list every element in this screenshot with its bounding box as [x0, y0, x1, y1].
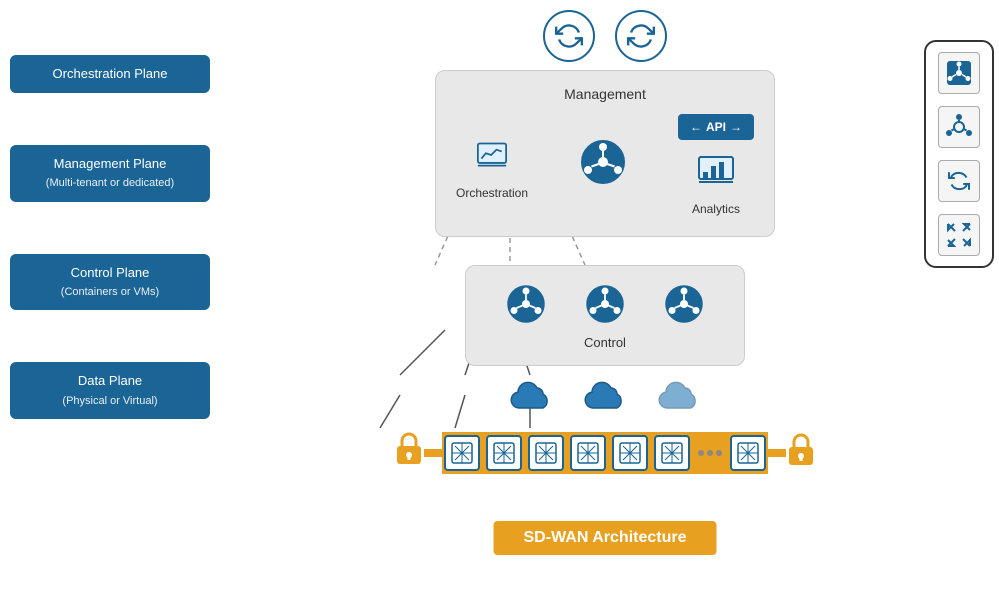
right-panel — [924, 40, 994, 268]
control-plane-sub: (Containers or VMs) — [61, 286, 159, 298]
cloud-icon-2 — [583, 380, 627, 419]
orchestration-label: Orchestration — [456, 186, 528, 200]
switch-5 — [612, 435, 648, 471]
main-diagram: Management Orchestration — [280, 10, 930, 570]
ctrl-icon-1 — [503, 281, 549, 327]
data-plane-label: Data Plane (Physical or Virtual) — [10, 362, 210, 419]
management-inner: Orchestration — [456, 114, 754, 216]
control-plane-label: Control Plane (Containers or VMs) — [10, 254, 210, 311]
management-plane-text: Management Plane — [54, 156, 167, 171]
switch-6 — [654, 435, 690, 471]
ctrl-icon-2 — [582, 281, 628, 327]
switch-2 — [486, 435, 522, 471]
api-label: API — [706, 120, 726, 134]
management-plane-sub: (Multi-tenant or dedicated) — [46, 177, 174, 189]
right-network-icon — [938, 106, 980, 148]
cloud-icon-3 — [657, 380, 701, 419]
data-plane-sub: (Physical or Virtual) — [62, 395, 157, 407]
management-plane-label: Management Plane (Multi-tenant or dedica… — [10, 145, 210, 202]
data-line-1 — [424, 449, 442, 457]
cloud-icon-1 — [509, 380, 553, 419]
api-arrow: ← API → — [678, 114, 754, 140]
switch-1 — [444, 435, 480, 471]
top-orchestration-icons — [543, 10, 667, 62]
switch-7 — [730, 435, 766, 471]
data-plane-text: Data Plane — [78, 373, 142, 388]
analytics-label: Analytics — [692, 202, 740, 216]
analytics-icon — [691, 146, 741, 196]
right-sync-icon — [938, 160, 980, 202]
management-title: Management — [456, 86, 754, 102]
control-title: Control — [486, 335, 724, 350]
center-hub-item — [578, 137, 628, 193]
lock-right-icon — [786, 433, 816, 472]
ctrl-icon-3 — [661, 281, 707, 327]
data-plane-row — [280, 425, 930, 480]
right-compress-icon — [938, 214, 980, 256]
sync-icon-right — [615, 10, 667, 62]
dots-separator — [694, 450, 726, 456]
orchestration-plane-label: Orchestration Plane — [10, 55, 210, 93]
orchestration-item: Orchestration — [456, 130, 528, 200]
sdwan-title: SD-WAN Architecture — [494, 521, 717, 555]
switch-4 — [570, 435, 606, 471]
orchestration-chart-icon — [467, 130, 517, 180]
control-box: Control — [465, 265, 745, 366]
control-plane-text: Control Plane — [71, 265, 150, 280]
cloud-row — [509, 380, 701, 419]
control-inner — [486, 281, 724, 327]
management-box: Management Orchestration — [435, 70, 775, 237]
analytics-section: ← API → Analytics — [678, 114, 754, 216]
sync-icon-left — [543, 10, 595, 62]
center-hub-icon — [578, 137, 628, 187]
left-labels: Orchestration Plane Management Plane (Mu… — [10, 55, 210, 419]
lock-left-icon — [394, 432, 424, 474]
right-hub-icon — [938, 52, 980, 94]
data-line-2 — [768, 449, 786, 457]
orchestration-plane-text: Orchestration Plane — [53, 66, 168, 81]
switch-3 — [528, 435, 564, 471]
switches-row — [442, 432, 768, 474]
